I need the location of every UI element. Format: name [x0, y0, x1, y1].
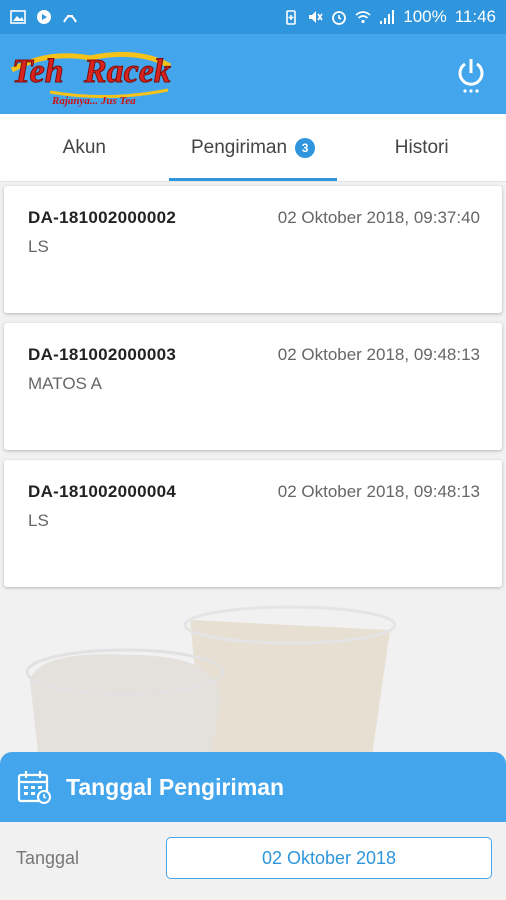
delivery-datetime: 02 Oktober 2018, 09:48:13: [277, 482, 480, 501]
wifi-icon: [355, 11, 371, 24]
delivery-card[interactable]: DA-181002000002 02 Oktober 2018, 09:37:4…: [4, 186, 502, 313]
count-badge: 3: [295, 137, 316, 158]
delivery-location: LS: [28, 237, 49, 256]
tab-histori[interactable]: Histori: [337, 114, 506, 181]
signal-icon: [380, 10, 395, 24]
status-bar: 100% 11:46: [0, 0, 506, 34]
delivery-datetime: 02 Oktober 2018, 09:48:13: [277, 345, 480, 364]
alarm-icon: [332, 11, 347, 25]
svg-text:Rajanya... Jus Tea: Rajanya... Jus Tea: [51, 95, 136, 107]
delivery-id: DA-181002000004: [28, 482, 177, 501]
tab-label: Akun: [62, 136, 106, 158]
tab-label: Pengiriman: [190, 136, 288, 158]
wave-icon: [63, 15, 77, 23]
svg-text:Teh: Teh: [12, 53, 64, 90]
app-bar: Teh Racek Rajanya... Jus Tea: [0, 34, 506, 114]
mute-icon: [309, 11, 323, 23]
delivery-location: LS: [28, 511, 49, 530]
tab-akun[interactable]: Akun: [0, 114, 169, 181]
tab-pengiriman[interactable]: Pengiriman 3: [168, 114, 338, 181]
clock: 11:46: [454, 7, 496, 26]
tab-bar: Akun Pengiriman 3 Histori: [0, 114, 506, 182]
date-panel-title: Tanggal Pengiriman: [66, 773, 285, 800]
battery-saver-icon: [286, 10, 297, 25]
teh-racek-logo: Teh Racek Rajanya... Jus Tea: [10, 51, 171, 107]
date-panel-header: Tanggal Pengiriman: [0, 752, 506, 822]
svg-text:Racek: Racek: [83, 53, 171, 90]
delivery-datetime: 02 Oktober 2018, 09:37:40: [277, 208, 480, 227]
delivery-id: DA-181002000003: [28, 345, 177, 364]
date-panel-body: Tanggal 02 Oktober 2018: [0, 822, 506, 900]
product-cups-image: [25, 605, 397, 770]
delivery-id: DA-181002000002: [28, 208, 177, 227]
image-icon: [10, 10, 26, 24]
power-icon[interactable]: [454, 56, 488, 96]
date-label: Tanggal: [16, 848, 80, 868]
tab-label: Histori: [394, 136, 449, 158]
battery-percentage: 100%: [403, 7, 447, 26]
date-picker-button[interactable]: 02 Oktober 2018: [166, 837, 492, 879]
delivery-list: DA-181002000002 02 Oktober 2018, 09:37:4…: [4, 186, 502, 597]
delivery-card[interactable]: DA-181002000004 02 Oktober 2018, 09:48:1…: [4, 460, 502, 587]
delivery-location: MATOS A: [28, 374, 103, 393]
calendar-icon: [17, 771, 51, 804]
delivery-card[interactable]: DA-181002000003 02 Oktober 2018, 09:48:1…: [4, 323, 502, 450]
circle-icon: [37, 10, 51, 24]
